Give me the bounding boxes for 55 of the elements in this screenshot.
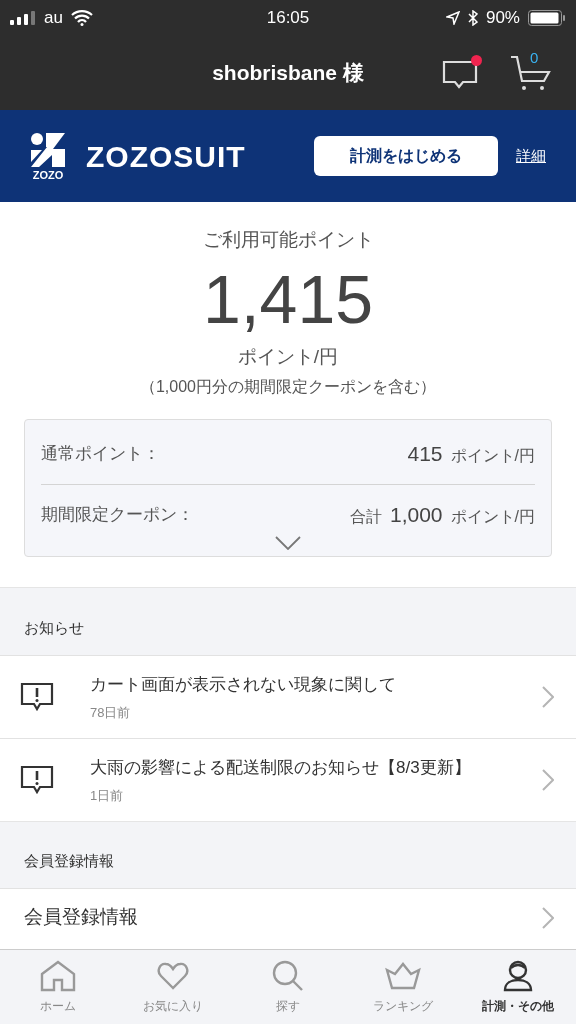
points-label: ご利用可能ポイント [202, 228, 374, 252]
tab-label: 計測・その他 [482, 997, 555, 1015]
news-title: カート画面が表示されない現象に関して [90, 673, 397, 696]
points-row-label: 通常ポイント： [41, 443, 160, 466]
clock-text: 16:05 [265, 7, 311, 30]
points-row-unit: ポイント/円 [450, 446, 535, 467]
menu-row[interactable]: 会員登録情報 [0, 888, 576, 946]
tab-label: ランキング [373, 997, 434, 1015]
points-note: （1,000円分の期間限定クーポンを含む） [139, 377, 436, 397]
signal-icon [10, 11, 36, 25]
news-title: 大雨の影響による配送制限のお知らせ【8/3更新】 [90, 756, 472, 779]
heart-icon [156, 961, 189, 990]
tab-label: ホーム [39, 997, 76, 1015]
news-item[interactable]: カート画面が表示されない現象に関して 78日前 [0, 655, 576, 738]
section-heading: お知らせ [24, 617, 84, 638]
logo-caption: ZOZO [32, 169, 64, 181]
battery-icon [528, 10, 566, 26]
tab-item[interactable]: 計測・その他 [460, 950, 576, 1024]
notice-icon [20, 765, 54, 795]
start-measure-button[interactable]: 計測をはじめる [314, 136, 498, 176]
points-row-value: 1,000 [390, 501, 443, 528]
news-date: 1日前 [90, 787, 125, 805]
points-value: 1,415 [202, 259, 374, 339]
search-icon [272, 959, 304, 992]
battery-text: 90% [485, 7, 520, 30]
points-row-label: 期間限定クーポン： [41, 503, 194, 526]
tab-label: お気に入り [142, 997, 203, 1015]
total-label: 合計 [350, 506, 382, 527]
location-icon [445, 11, 460, 25]
chevron-right-icon [542, 906, 554, 929]
cart-icon [510, 53, 552, 93]
points-row-value: 415 [407, 441, 443, 468]
details-link[interactable]: 詳細 [516, 144, 546, 168]
menu-row-label: 会員登録情報 [24, 905, 139, 930]
bluetooth-icon [467, 10, 478, 26]
notice-icon [20, 682, 54, 712]
tab-label: 探す [276, 997, 300, 1015]
cart-button[interactable]: 0 [510, 53, 552, 93]
wifi-icon [70, 10, 93, 26]
chevron-right-icon [542, 769, 554, 791]
zozo-logo-icon [30, 131, 66, 168]
crown-icon [385, 961, 422, 990]
news-date: 78日前 [90, 704, 132, 722]
home-icon [39, 959, 76, 992]
chevron-right-icon [542, 686, 554, 708]
user-greeting: shobrisbane 様 [212, 60, 364, 87]
section-heading: 会員登録情報 [24, 850, 114, 871]
messages-button[interactable] [442, 56, 480, 90]
chevron-down-icon [275, 536, 301, 550]
expand-button[interactable] [275, 536, 301, 550]
person-icon [503, 959, 534, 992]
points-row-unit: ポイント/円 [450, 506, 535, 527]
points-unit: ポイント/円 [237, 344, 339, 369]
zozosuit-logo: ZOZOSUIT [86, 138, 246, 175]
carrier-text: au [44, 7, 63, 30]
